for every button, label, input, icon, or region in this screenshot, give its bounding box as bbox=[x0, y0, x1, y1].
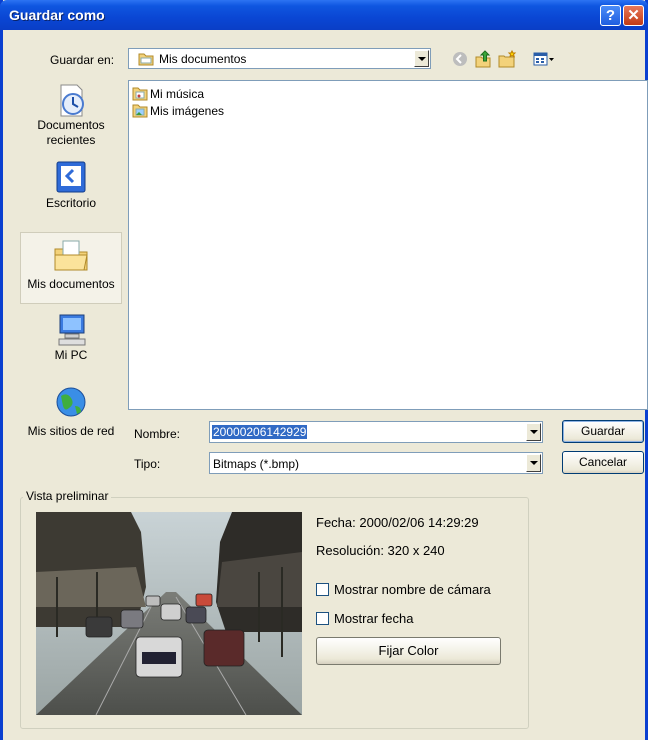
my-computer-icon bbox=[58, 314, 86, 346]
chevron-down-icon[interactable] bbox=[414, 50, 429, 67]
filetype-value: Bitmaps (*.bmp) bbox=[213, 457, 300, 471]
place-recent-documents[interactable]: Documentos recientes bbox=[20, 82, 122, 148]
file-name: Mi música bbox=[150, 87, 205, 101]
preview-date: Fecha: 2000/02/06 14:29:29 bbox=[316, 515, 479, 530]
cancel-button[interactable]: Cancelar bbox=[562, 451, 644, 474]
place-my-computer[interactable]: Mi PC bbox=[20, 312, 122, 363]
street-photo-image bbox=[36, 512, 302, 715]
window-title: Guardar como bbox=[9, 7, 105, 23]
desktop-icon bbox=[56, 161, 86, 193]
filename-input[interactable]: 20000206142929 bbox=[209, 421, 543, 443]
back-icon[interactable] bbox=[450, 49, 470, 69]
help-button[interactable]: ? bbox=[600, 5, 621, 26]
filename-value: 20000206142929 bbox=[212, 425, 308, 439]
filename-label: Nombre: bbox=[134, 427, 181, 441]
place-label: Mis documentos bbox=[27, 277, 115, 291]
place-label: Mis sitios de red bbox=[27, 424, 115, 438]
new-folder-icon[interactable] bbox=[497, 49, 517, 69]
place-my-documents[interactable]: Mis documentos bbox=[20, 232, 122, 304]
pictures-folder-icon bbox=[132, 104, 148, 118]
places-bar: Documentos recientes Escritorio Mis docu… bbox=[20, 80, 122, 450]
up-folder-icon[interactable] bbox=[473, 49, 493, 69]
show-date-checkbox[interactable] bbox=[316, 612, 329, 625]
save-as-dialog: Guardar como ? ✕ Guardar en: Mis documen… bbox=[0, 0, 648, 740]
network-places-icon bbox=[56, 387, 86, 417]
list-item[interactable]: Mis imágenes bbox=[132, 103, 224, 119]
folder-icon bbox=[138, 53, 154, 66]
show-camera-checkbox[interactable] bbox=[316, 583, 329, 596]
list-item[interactable]: Mi música bbox=[132, 86, 204, 102]
filetype-label: Tipo: bbox=[134, 457, 161, 471]
preview-resolution: Resolución: 320 x 240 bbox=[316, 543, 445, 558]
place-label: Documentos recientes bbox=[37, 118, 105, 147]
preview-group-title: Vista preliminar bbox=[23, 489, 112, 503]
save-in-dropdown[interactable]: Mis documentos bbox=[128, 48, 431, 69]
recent-documents-icon bbox=[60, 84, 84, 117]
view-menu-icon[interactable] bbox=[532, 49, 556, 69]
my-documents-icon bbox=[54, 240, 88, 271]
save-in-label: Guardar en: bbox=[50, 53, 115, 67]
save-button[interactable]: Guardar bbox=[562, 420, 644, 443]
place-desktop[interactable]: Escritorio bbox=[20, 160, 122, 211]
save-in-value: Mis documentos bbox=[159, 52, 247, 66]
close-button[interactable]: ✕ bbox=[623, 5, 644, 26]
chevron-down-icon[interactable] bbox=[526, 423, 541, 441]
title-bar[interactable]: Guardar como ? ✕ bbox=[0, 0, 648, 30]
show-date-label: Mostrar fecha bbox=[334, 611, 414, 626]
show-camera-label: Mostrar nombre de cámara bbox=[334, 582, 491, 597]
place-network[interactable]: Mis sitios de red bbox=[20, 386, 122, 439]
preview-image bbox=[36, 512, 302, 715]
place-label: Mi PC bbox=[54, 348, 88, 362]
file-list[interactable]: Mi música Mis imágenes bbox=[128, 80, 648, 410]
set-color-button[interactable]: Fijar Color bbox=[316, 637, 501, 665]
chevron-down-icon[interactable] bbox=[526, 454, 541, 472]
file-name: Mis imágenes bbox=[150, 104, 225, 118]
place-label: Escritorio bbox=[45, 196, 96, 210]
filetype-dropdown[interactable]: Bitmaps (*.bmp) bbox=[209, 452, 543, 474]
music-folder-icon bbox=[132, 87, 148, 101]
